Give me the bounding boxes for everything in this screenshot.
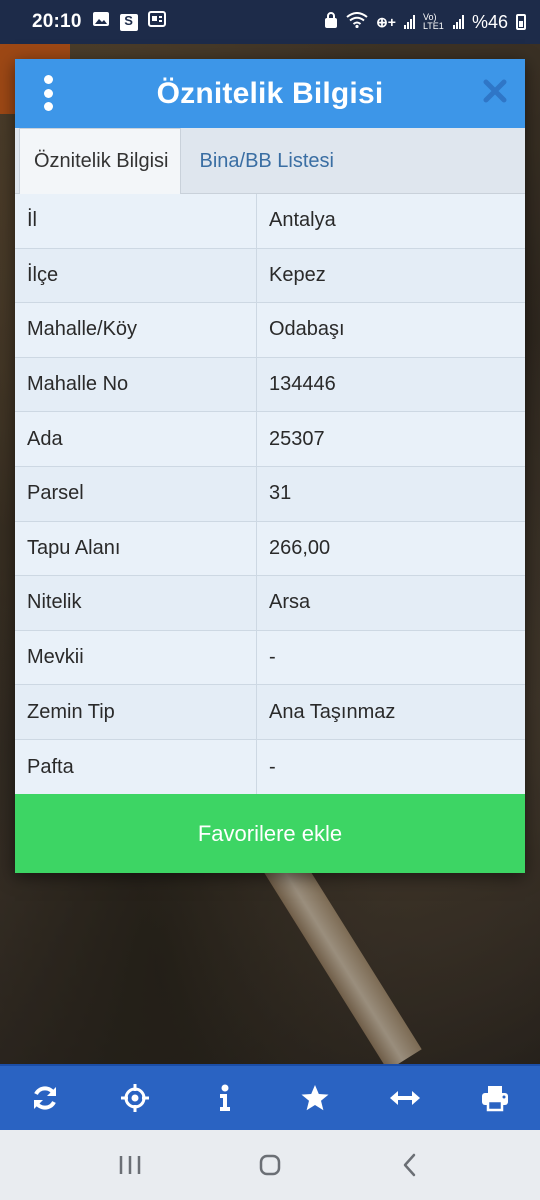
battery-icon bbox=[516, 14, 526, 30]
dialog-title: Öznitelik Bilgisi bbox=[156, 76, 384, 110]
tab-attribute-info[interactable]: Öznitelik Bilgisi bbox=[19, 128, 182, 194]
map-toolbar bbox=[0, 1064, 540, 1130]
close-icon[interactable] bbox=[481, 77, 509, 105]
row-value: Arsa bbox=[269, 591, 311, 614]
attribute-info-dialog: Öznitelik Bilgisi Öznitelik Bilgisi Bina… bbox=[15, 59, 525, 873]
system-nav-bar bbox=[0, 1130, 540, 1200]
row-key: Mahalle/Köy bbox=[15, 303, 257, 357]
status-bar: 20:10 S ⊕+ Vo) LTE1 %46 bbox=[0, 0, 540, 44]
measure-icon[interactable] bbox=[385, 1078, 425, 1118]
wifi-icon bbox=[346, 11, 368, 33]
table-row: Mahalle No 134446 bbox=[15, 357, 525, 413]
row-key: Nitelik bbox=[15, 576, 257, 630]
status-time: 20:10 bbox=[32, 11, 82, 32]
home-icon[interactable] bbox=[250, 1145, 290, 1185]
table-row: Pafta - bbox=[15, 739, 525, 795]
row-value: Kepez bbox=[269, 263, 326, 286]
row-key: Parsel bbox=[15, 466, 257, 521]
row-value: Odabaşı bbox=[269, 318, 345, 341]
info-icon[interactable] bbox=[205, 1078, 245, 1118]
row-value: 31 bbox=[269, 482, 292, 505]
table-row: Ada 25307 bbox=[15, 412, 525, 467]
news-icon bbox=[147, 11, 166, 33]
add-to-favorites-button[interactable]: Favorilere ekle bbox=[15, 794, 525, 873]
table-row: Tapu Alanı 266,00 bbox=[15, 521, 525, 577]
row-value: 134446 bbox=[269, 373, 336, 396]
row-key: İl bbox=[15, 194, 257, 248]
star-icon[interactable] bbox=[295, 1078, 335, 1118]
row-value: - bbox=[269, 755, 276, 778]
row-key: Pafta bbox=[15, 739, 257, 795]
refresh-icon[interactable] bbox=[25, 1078, 65, 1118]
table-row: Nitelik Arsa bbox=[15, 576, 525, 631]
table-row: İl Antalya bbox=[15, 194, 525, 249]
row-value: 25307 bbox=[269, 427, 325, 450]
locate-icon[interactable] bbox=[115, 1078, 155, 1118]
row-key: Zemin Tip bbox=[15, 685, 257, 739]
battery-text: %46 bbox=[471, 11, 508, 32]
tab-building-list[interactable]: Bina/BB Listesi bbox=[181, 128, 352, 194]
network-type-label: Vo) LTE1 bbox=[422, 12, 444, 31]
row-value: Ana Taşınmaz bbox=[269, 700, 396, 723]
signal-icon-2 bbox=[452, 15, 464, 29]
more-options-icon[interactable] bbox=[41, 75, 55, 111]
row-key: Tapu Alanı bbox=[15, 521, 257, 576]
table-row: Mevkii - bbox=[15, 630, 525, 686]
row-key: Mevkii bbox=[15, 630, 257, 685]
row-value: Antalya bbox=[269, 209, 336, 232]
data-transfer-icon: ⊕+ bbox=[376, 13, 396, 30]
row-key: Mahalle No bbox=[15, 357, 257, 412]
lock-icon bbox=[324, 11, 338, 34]
table-row: Mahalle/Köy Odabaşı bbox=[15, 303, 525, 358]
signal-icon bbox=[403, 15, 415, 29]
row-value: - bbox=[269, 646, 276, 669]
s-app-icon: S bbox=[119, 13, 138, 31]
back-icon[interactable] bbox=[390, 1145, 430, 1185]
table-row: Zemin Tip Ana Taşınmaz bbox=[15, 685, 525, 740]
row-value: 266,00 bbox=[269, 536, 331, 559]
dialog-tabs: Öznitelik Bilgisi Bina/BB Listesi bbox=[15, 128, 525, 194]
dialog-header: Öznitelik Bilgisi bbox=[15, 59, 525, 128]
row-key: İlçe bbox=[15, 248, 257, 303]
attribute-table: İl Antalya İlçe Kepez Mahalle/Köy Odabaşı M… bbox=[15, 194, 525, 795]
table-row: Parsel 31 bbox=[15, 466, 525, 522]
recent-apps-icon[interactable] bbox=[110, 1145, 150, 1185]
gallery-icon bbox=[92, 11, 110, 33]
table-row: İlçe Kepez bbox=[15, 248, 525, 304]
row-key: Ada bbox=[15, 412, 257, 466]
print-icon[interactable] bbox=[475, 1078, 515, 1118]
